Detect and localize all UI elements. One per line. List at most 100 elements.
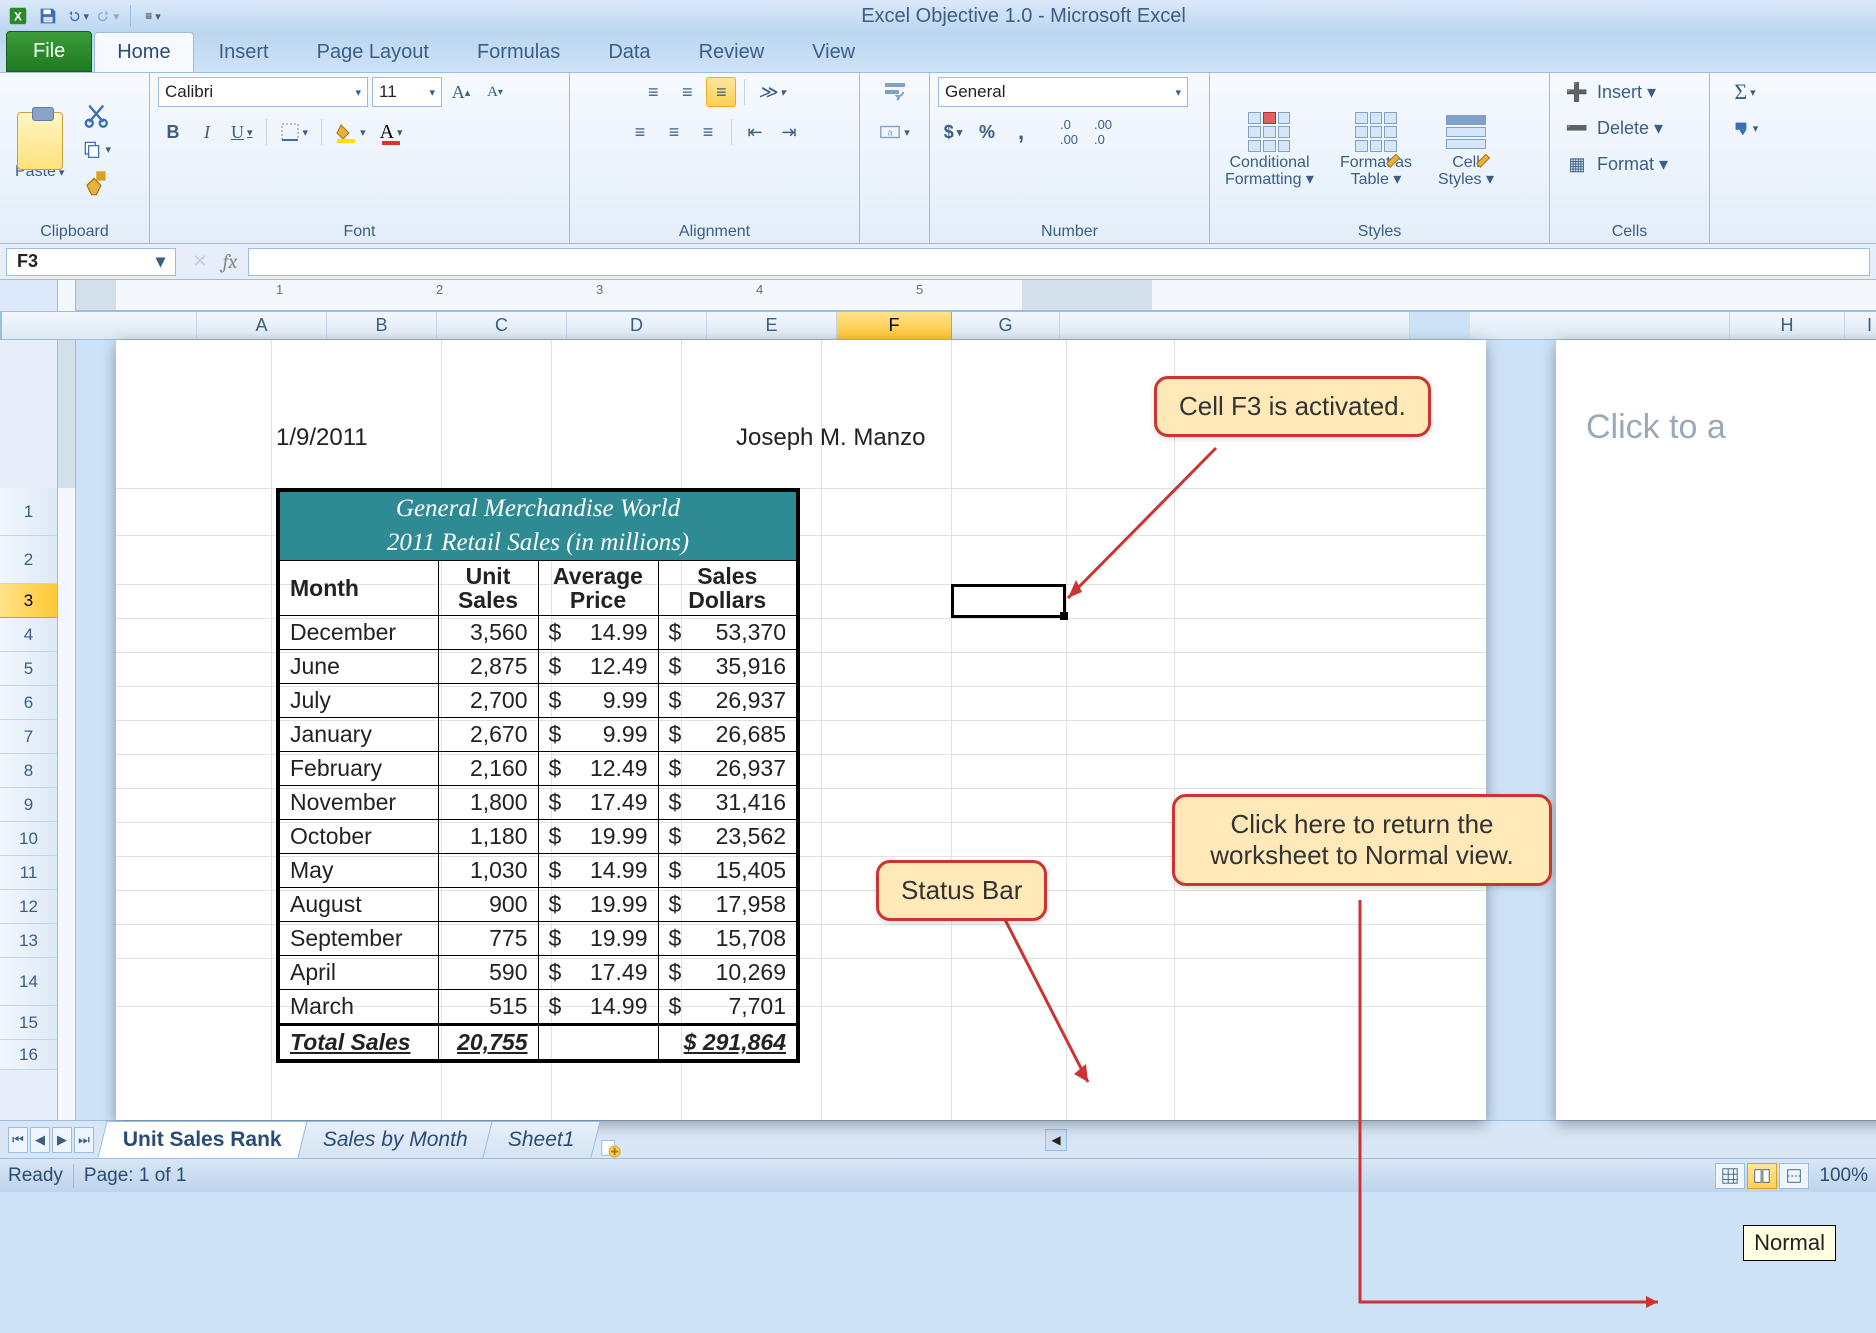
colhdr-H[interactable]: H bbox=[1730, 312, 1845, 339]
page-2[interactable]: Click to a bbox=[1556, 340, 1876, 1120]
colhdr-C[interactable]: C bbox=[437, 312, 567, 339]
rowhdr-3[interactable]: 3 bbox=[0, 584, 57, 618]
fill-color-icon[interactable] bbox=[330, 117, 371, 147]
sheet-nav-last[interactable]: ⏭ bbox=[74, 1127, 94, 1153]
align-bottom-icon[interactable]: ≡ bbox=[706, 77, 736, 107]
rowhdr-10[interactable]: 10 bbox=[0, 822, 57, 856]
shrink-font-icon[interactable]: A▾ bbox=[480, 77, 510, 107]
paste-button[interactable]: Paste bbox=[8, 113, 71, 186]
colhdr-blank-left[interactable] bbox=[2, 312, 197, 339]
rowhdr-11[interactable]: 11 bbox=[0, 856, 57, 890]
font-color-icon[interactable]: A bbox=[375, 117, 408, 147]
align-top-icon[interactable]: ≡ bbox=[638, 77, 668, 107]
fill-handle[interactable] bbox=[1060, 612, 1068, 620]
colhdr-G[interactable]: G bbox=[952, 312, 1060, 339]
percent-format-icon[interactable]: % bbox=[972, 117, 1002, 147]
colhdr-B[interactable]: B bbox=[327, 312, 437, 339]
colhdr-A[interactable]: A bbox=[197, 312, 327, 339]
accounting-format-icon[interactable]: $ bbox=[938, 117, 968, 147]
rowhdr-2[interactable]: 2 bbox=[0, 536, 57, 584]
colhdr-blank-p2-left[interactable] bbox=[1470, 312, 1730, 339]
sheet-nav-first[interactable]: ⏮ bbox=[8, 1127, 28, 1153]
file-tab[interactable]: File bbox=[6, 31, 92, 72]
tab-view[interactable]: View bbox=[789, 32, 878, 72]
redo-icon[interactable] bbox=[96, 4, 120, 28]
vertical-ruler[interactable] bbox=[58, 340, 76, 1120]
excel-app-icon[interactable]: X bbox=[6, 4, 30, 28]
rowhdr-4[interactable]: 4 bbox=[0, 618, 57, 652]
rowhdr-1[interactable]: 1 bbox=[0, 488, 57, 536]
conditional-formatting-button[interactable]: Conditional Formatting ▾ bbox=[1218, 104, 1321, 194]
italic-button[interactable]: I bbox=[192, 117, 222, 147]
cell-styles-button[interactable]: Cell Styles ▾ bbox=[1431, 104, 1501, 194]
header-placeholder[interactable]: Click to a bbox=[1586, 408, 1726, 447]
copy-icon[interactable] bbox=[77, 134, 116, 164]
view-page-layout-button[interactable] bbox=[1747, 1163, 1777, 1189]
customize-qat-icon[interactable]: ≡ bbox=[141, 4, 165, 28]
undo-icon[interactable] bbox=[66, 4, 90, 28]
grow-font-icon[interactable]: A▴ bbox=[446, 77, 476, 107]
tab-formulas[interactable]: Formulas bbox=[454, 32, 583, 72]
formula-input[interactable] bbox=[248, 248, 1870, 276]
horizontal-scrollbar[interactable]: ◀ bbox=[625, 1129, 1876, 1151]
rowhdr-14[interactable]: 14 bbox=[0, 958, 57, 1006]
rowhdr-16[interactable]: 16 bbox=[0, 1040, 57, 1070]
merge-center-icon[interactable]: a bbox=[874, 117, 915, 147]
borders-icon[interactable] bbox=[275, 117, 314, 147]
align-right-icon[interactable]: ≡ bbox=[693, 117, 723, 147]
zoom-level[interactable]: 100% bbox=[1819, 1165, 1868, 1187]
colhdr-F[interactable]: F bbox=[837, 312, 952, 339]
colhdr-D[interactable]: D bbox=[567, 312, 707, 339]
rowhdr-8[interactable]: 8 bbox=[0, 754, 57, 788]
sheet-nav-next[interactable]: ▶ bbox=[52, 1127, 72, 1153]
view-normal-button[interactable] bbox=[1715, 1163, 1745, 1189]
rowhdr-9[interactable]: 9 bbox=[0, 788, 57, 822]
format-as-table-button[interactable]: Format as Table ▾ bbox=[1333, 104, 1419, 194]
fx-icon[interactable]: fx bbox=[218, 250, 242, 274]
wrap-text-icon[interactable] bbox=[878, 77, 912, 107]
align-left-icon[interactable]: ≡ bbox=[625, 117, 655, 147]
tab-data[interactable]: Data bbox=[585, 32, 673, 72]
colhdr-E[interactable]: E bbox=[707, 312, 837, 339]
cancel-formula-icon[interactable]: ✕ bbox=[188, 250, 212, 274]
tab-home[interactable]: Home bbox=[94, 32, 193, 72]
format-cells-button[interactable]: ▦Format ▾ bbox=[1558, 149, 1708, 179]
decrease-decimal-icon[interactable]: .00.0 bbox=[1088, 117, 1118, 147]
number-format-combo[interactable]: General▾ bbox=[938, 77, 1188, 107]
increase-decimal-icon[interactable]: .0.00 bbox=[1054, 117, 1084, 147]
sheet-tab-3[interactable]: Sheet1 bbox=[483, 1121, 601, 1158]
decrease-indent-icon[interactable]: ⇤ bbox=[740, 117, 770, 147]
colhdr-blank-right[interactable] bbox=[1060, 312, 1410, 339]
underline-button[interactable]: U bbox=[226, 117, 258, 147]
tab-insert[interactable]: Insert bbox=[196, 32, 292, 72]
format-painter-icon[interactable] bbox=[77, 168, 116, 198]
colhdr-I[interactable]: I bbox=[1845, 312, 1876, 339]
tab-review[interactable]: Review bbox=[676, 32, 788, 72]
scroll-left-icon[interactable]: ◀ bbox=[1045, 1129, 1067, 1151]
bold-button[interactable]: B bbox=[158, 117, 188, 147]
horizontal-ruler[interactable]: 1 2 3 4 5 6 bbox=[76, 280, 1876, 311]
tab-page-layout[interactable]: Page Layout bbox=[294, 32, 452, 72]
sheet-tab-2[interactable]: Sales by Month bbox=[297, 1121, 493, 1158]
name-box[interactable]: F3▾ bbox=[6, 248, 176, 276]
insert-cells-button[interactable]: ➕Insert ▾ bbox=[1558, 77, 1708, 107]
delete-cells-button[interactable]: ➖Delete ▾ bbox=[1558, 113, 1708, 143]
save-icon[interactable] bbox=[36, 4, 60, 28]
orientation-icon[interactable]: ≫ bbox=[753, 77, 790, 107]
rowhdr-13[interactable]: 13 bbox=[0, 924, 57, 958]
comma-format-icon[interactable]: , bbox=[1006, 117, 1036, 147]
rowhdr-5[interactable]: 5 bbox=[0, 652, 57, 686]
increase-indent-icon[interactable]: ⇥ bbox=[774, 117, 804, 147]
active-cell[interactable] bbox=[951, 584, 1066, 618]
new-sheet-button[interactable] bbox=[595, 1136, 625, 1158]
rowhdr-12[interactable]: 12 bbox=[0, 890, 57, 924]
fill-icon[interactable] bbox=[1727, 113, 1764, 143]
rowhdr-6[interactable]: 6 bbox=[0, 686, 57, 720]
view-page-break-button[interactable] bbox=[1779, 1163, 1809, 1189]
font-name-combo[interactable]: Calibri▾ bbox=[158, 77, 368, 107]
cut-icon[interactable] bbox=[77, 100, 116, 130]
select-all-button[interactable] bbox=[0, 312, 1, 339]
autosum-icon[interactable]: Σ bbox=[1729, 77, 1760, 107]
sheet-nav-prev[interactable]: ◀ bbox=[30, 1127, 50, 1153]
rowhdr-7[interactable]: 7 bbox=[0, 720, 57, 754]
